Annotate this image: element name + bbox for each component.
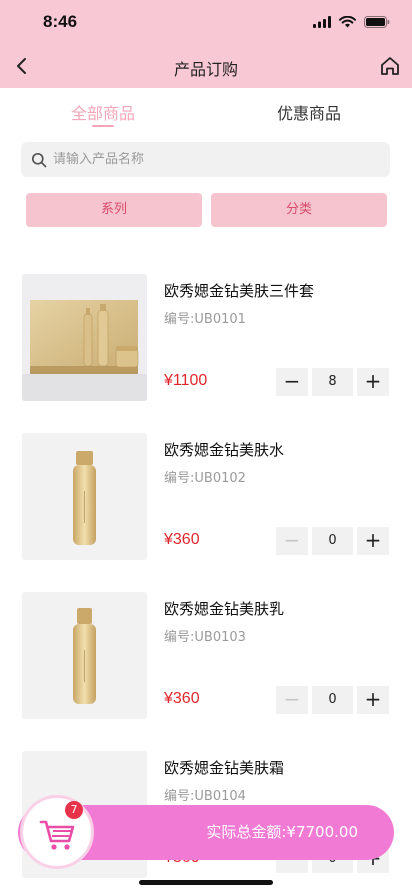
product-code: 编号:UB0104 (164, 789, 246, 804)
category-filter-button[interactable]: 分类 (211, 193, 387, 227)
system-icons (313, 13, 390, 31)
cart-count-badge: 7 (65, 801, 83, 819)
status-bar: 8:46 (0, 0, 412, 44)
quantity-value[interactable]: 8 (312, 368, 353, 396)
quantity-stepper: − 8 + (276, 368, 391, 396)
product-order-screen: 8:46 产品订购 全部商品 优惠商品 请输入产品名称 系列 分类 欧秀媤金钻美… (0, 0, 412, 894)
product-name: 欧秀媤金钻美肤水 (164, 441, 285, 459)
product-price: ¥360 (164, 531, 200, 548)
series-filter-button[interactable]: 系列 (26, 193, 202, 227)
product-code: 编号:UB0103 (164, 630, 246, 645)
product-name: 欧秀媤金钻美肤三件套 (164, 282, 315, 300)
bottle-image (22, 433, 147, 560)
quantity-stepper: − 0 + (276, 686, 391, 714)
battery-icon (364, 16, 390, 28)
home-icon (381, 57, 399, 75)
product-code: 编号:UB0101 (164, 312, 246, 327)
increase-button[interactable]: + (357, 686, 389, 714)
product-item[interactable]: 欧秀媤金钻美肤三件套 编号:UB0101 ¥1100 − 8 + (0, 260, 412, 418)
quantity-value[interactable]: 0 (312, 527, 353, 555)
signal-icon (313, 16, 331, 28)
decrease-button[interactable]: − (276, 686, 308, 714)
wifi-icon (339, 16, 356, 28)
header: 8:46 产品订购 (0, 0, 412, 88)
tab-bar: 全部商品 优惠商品 (0, 96, 412, 132)
decrease-button[interactable]: − (276, 527, 308, 555)
search-box (21, 142, 390, 177)
page-title: 产品订购 (173, 60, 238, 79)
product-item[interactable]: 欧秀媤金钻美肤水 编号:UB0102 ¥360 − 0 + (0, 419, 412, 577)
product-image (22, 433, 147, 560)
home-button[interactable] (378, 54, 402, 78)
product-name: 欧秀媤金钻美肤霜 (164, 759, 285, 777)
tab-discount-products[interactable]: 优惠商品 (206, 96, 412, 132)
bottle-image (22, 592, 147, 719)
quantity-stepper: − 0 + (276, 527, 391, 555)
product-price: ¥1100 (164, 372, 208, 389)
search-icon (31, 152, 47, 167)
search-input[interactable] (53, 152, 373, 167)
product-name: 欧秀媤金钻美肤乳 (164, 600, 285, 618)
tab-active-indicator (92, 125, 114, 127)
increase-button[interactable]: + (357, 368, 389, 396)
increase-button[interactable]: + (357, 527, 389, 555)
gift-set-box-image (22, 274, 147, 401)
navigation-bar: 产品订购 (0, 44, 412, 88)
tab-all-products[interactable]: 全部商品 (0, 96, 206, 132)
product-item[interactable]: 欧秀媤金钻美肤乳 编号:UB0103 ¥360 − 0 + (0, 578, 412, 736)
product-image (22, 592, 147, 719)
total-amount: 实际总金额:¥7700.00 (206, 823, 358, 841)
tab-label: 优惠商品 (276, 104, 341, 123)
tab-label: 全部商品 (70, 104, 135, 123)
product-image (22, 274, 147, 401)
product-code: 编号:UB0102 (164, 471, 246, 486)
quantity-value[interactable]: 0 (312, 686, 353, 714)
home-indicator (139, 880, 273, 885)
product-price: ¥360 (164, 690, 200, 707)
decrease-button[interactable]: − (276, 368, 308, 396)
status-time: 8:46 (43, 12, 78, 31)
cart-button[interactable] (20, 795, 94, 869)
